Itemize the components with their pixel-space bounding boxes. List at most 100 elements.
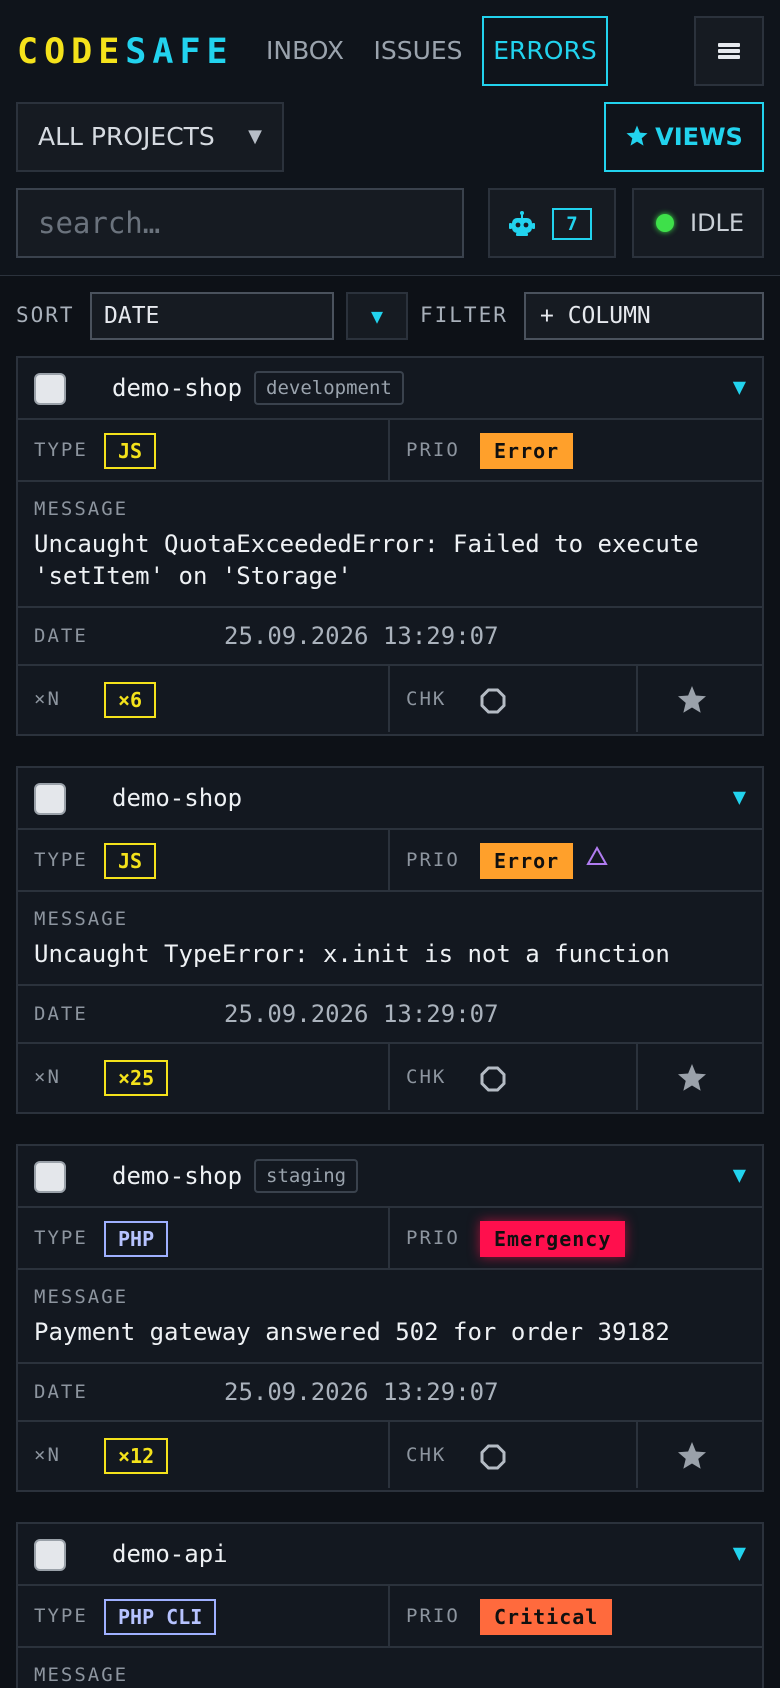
- type-label: TYPE: [34, 439, 88, 461]
- message-label: MESSAGE: [34, 908, 129, 930]
- select-checkbox[interactable]: [34, 1161, 66, 1193]
- card-header: demo-api ▼: [18, 1524, 762, 1586]
- expand-icon[interactable]: ▼: [733, 768, 746, 828]
- select-checkbox[interactable]: [34, 373, 66, 405]
- date-row: DATE 25.09.2026 13:29:07: [18, 986, 762, 1044]
- expand-icon[interactable]: ▼: [733, 1524, 746, 1584]
- nav-issues[interactable]: ISSUES: [372, 16, 464, 86]
- octagon-icon[interactable]: [480, 688, 506, 714]
- project-name: demo-shop: [112, 784, 243, 812]
- message-label: MESSAGE: [34, 1664, 129, 1686]
- type-badge: JS: [104, 843, 157, 879]
- check-label: CHK: [406, 688, 447, 710]
- bot-count-badge: 7: [552, 208, 592, 240]
- count-badge: ×12: [104, 1438, 169, 1474]
- priority-badge: Critical: [480, 1599, 613, 1635]
- message-text: Uncaught TypeError: x.init is not a func…: [34, 940, 670, 968]
- nav-errors[interactable]: ERRORS: [482, 16, 608, 86]
- prio-label: PRIO: [406, 849, 460, 871]
- type-prio-row: TYPE PHP PRIO Emergency: [18, 1208, 762, 1270]
- type-prio-row: TYPE JS PRIO Error: [18, 830, 762, 892]
- message-row: MESSAGE: [18, 1648, 762, 1688]
- views-label: VIEWS: [655, 123, 743, 151]
- prio-label: PRIO: [406, 439, 460, 461]
- expand-icon[interactable]: ▼: [733, 1146, 746, 1206]
- count-badge: ×6: [104, 682, 157, 718]
- add-column-button[interactable]: + COLUMN: [524, 292, 764, 340]
- priority-badge: Emergency: [480, 1221, 626, 1257]
- prio-label: PRIO: [406, 1605, 460, 1627]
- status-label: IDLE: [690, 209, 745, 237]
- priority-badge: Error: [480, 433, 574, 469]
- environment-badge: staging: [254, 1159, 359, 1193]
- type-prio-row: TYPE PHP CLI PRIO Critical: [18, 1586, 762, 1648]
- type-label: TYPE: [34, 1227, 88, 1249]
- message-label: MESSAGE: [34, 498, 129, 520]
- octagon-icon[interactable]: [480, 1066, 506, 1092]
- caret-down-icon: ▼: [370, 304, 384, 328]
- brand-logo[interactable]: CODESAFE: [17, 30, 234, 74]
- sort-filter-bar: SORT DATE ▼ FILTER + COLUMN: [0, 290, 780, 340]
- date-label: DATE: [34, 1381, 88, 1403]
- count-label: ×N: [34, 1066, 61, 1088]
- menu-button[interactable]: [694, 16, 764, 86]
- caret-down-icon: ▼: [248, 126, 262, 147]
- star-icon[interactable]: [676, 684, 708, 716]
- count-badge: ×25: [104, 1060, 169, 1096]
- nav-inbox[interactable]: INBOX: [264, 16, 346, 86]
- error-card: demo-shop development ▼ TYPE JS PRIO Err…: [16, 356, 764, 736]
- date-label: DATE: [34, 1003, 88, 1025]
- views-button[interactable]: VIEWS: [604, 102, 764, 172]
- card-header: demo-shop ▼: [18, 768, 762, 830]
- card-header: demo-shop development ▼: [18, 358, 762, 420]
- star-icon: [626, 125, 648, 146]
- type-label: TYPE: [34, 1605, 88, 1627]
- date-value: 25.09.2026 13:29:07: [224, 1000, 499, 1028]
- date-row: DATE 25.09.2026 13:29:07: [18, 608, 762, 666]
- sort-select[interactable]: DATE: [90, 292, 334, 340]
- app-header: CODESAFE INBOX ISSUES ERRORS ALL PROJECT…: [0, 0, 780, 276]
- star-icon[interactable]: [676, 1440, 708, 1472]
- bot-button[interactable]: 7: [488, 188, 616, 258]
- brand-logo-part1: CODE: [17, 32, 126, 72]
- date-label: DATE: [34, 625, 88, 647]
- count-label: ×N: [34, 688, 61, 710]
- error-card: demo-shop staging ▼ TYPE PHP PRIO Emerge…: [16, 1144, 764, 1492]
- type-prio-row: TYPE JS PRIO Error: [18, 420, 762, 482]
- type-label: TYPE: [34, 849, 88, 871]
- count-label: ×N: [34, 1444, 61, 1466]
- select-checkbox[interactable]: [34, 783, 66, 815]
- message-row: MESSAGE Uncaught QuotaExceededError: Fai…: [18, 482, 762, 608]
- type-badge: JS: [104, 433, 157, 469]
- message-label: MESSAGE: [34, 1286, 129, 1308]
- card-footer: ×N ×12 CHK: [18, 1422, 762, 1490]
- search-input[interactable]: [16, 188, 464, 258]
- status-toggle[interactable]: IDLE: [632, 188, 764, 258]
- sort-direction-button[interactable]: ▼: [346, 292, 408, 340]
- octagon-icon[interactable]: [480, 1444, 506, 1470]
- select-checkbox[interactable]: [34, 1539, 66, 1571]
- type-badge: PHP: [104, 1221, 169, 1257]
- prio-label: PRIO: [406, 1227, 460, 1249]
- robot-icon: [509, 211, 535, 236]
- date-row: DATE 25.09.2026 13:29:07: [18, 1364, 762, 1422]
- stack-icon: [718, 41, 740, 61]
- message-row: MESSAGE Payment gateway answered 502 for…: [18, 1270, 762, 1364]
- brand-logo-part2: SAFE: [125, 32, 234, 72]
- star-icon[interactable]: [676, 1062, 708, 1094]
- date-value: 25.09.2026 13:29:07: [224, 622, 499, 650]
- message-text: Payment gateway answered 502 for order 3…: [34, 1318, 670, 1346]
- project-name: demo-shop: [112, 374, 243, 402]
- status-dot-icon: [656, 214, 674, 232]
- error-card: demo-api ▼ TYPE PHP CLI PRIO Critical ME…: [16, 1522, 764, 1688]
- project-name: demo-api: [112, 1540, 228, 1568]
- sort-label: SORT: [16, 303, 75, 327]
- warning-triangle-icon: [586, 845, 608, 865]
- date-value: 25.09.2026 13:29:07: [224, 1378, 499, 1406]
- priority-badge: Error: [480, 843, 574, 879]
- message-row: MESSAGE Uncaught TypeError: x.init is no…: [18, 892, 762, 986]
- expand-icon[interactable]: ▼: [733, 358, 746, 418]
- project-select[interactable]: ALL PROJECTS ▼: [16, 102, 284, 172]
- message-text: Uncaught QuotaExceededError: Failed to e…: [34, 530, 699, 590]
- error-card: demo-shop ▼ TYPE JS PRIO Error MESSAGE U…: [16, 766, 764, 1114]
